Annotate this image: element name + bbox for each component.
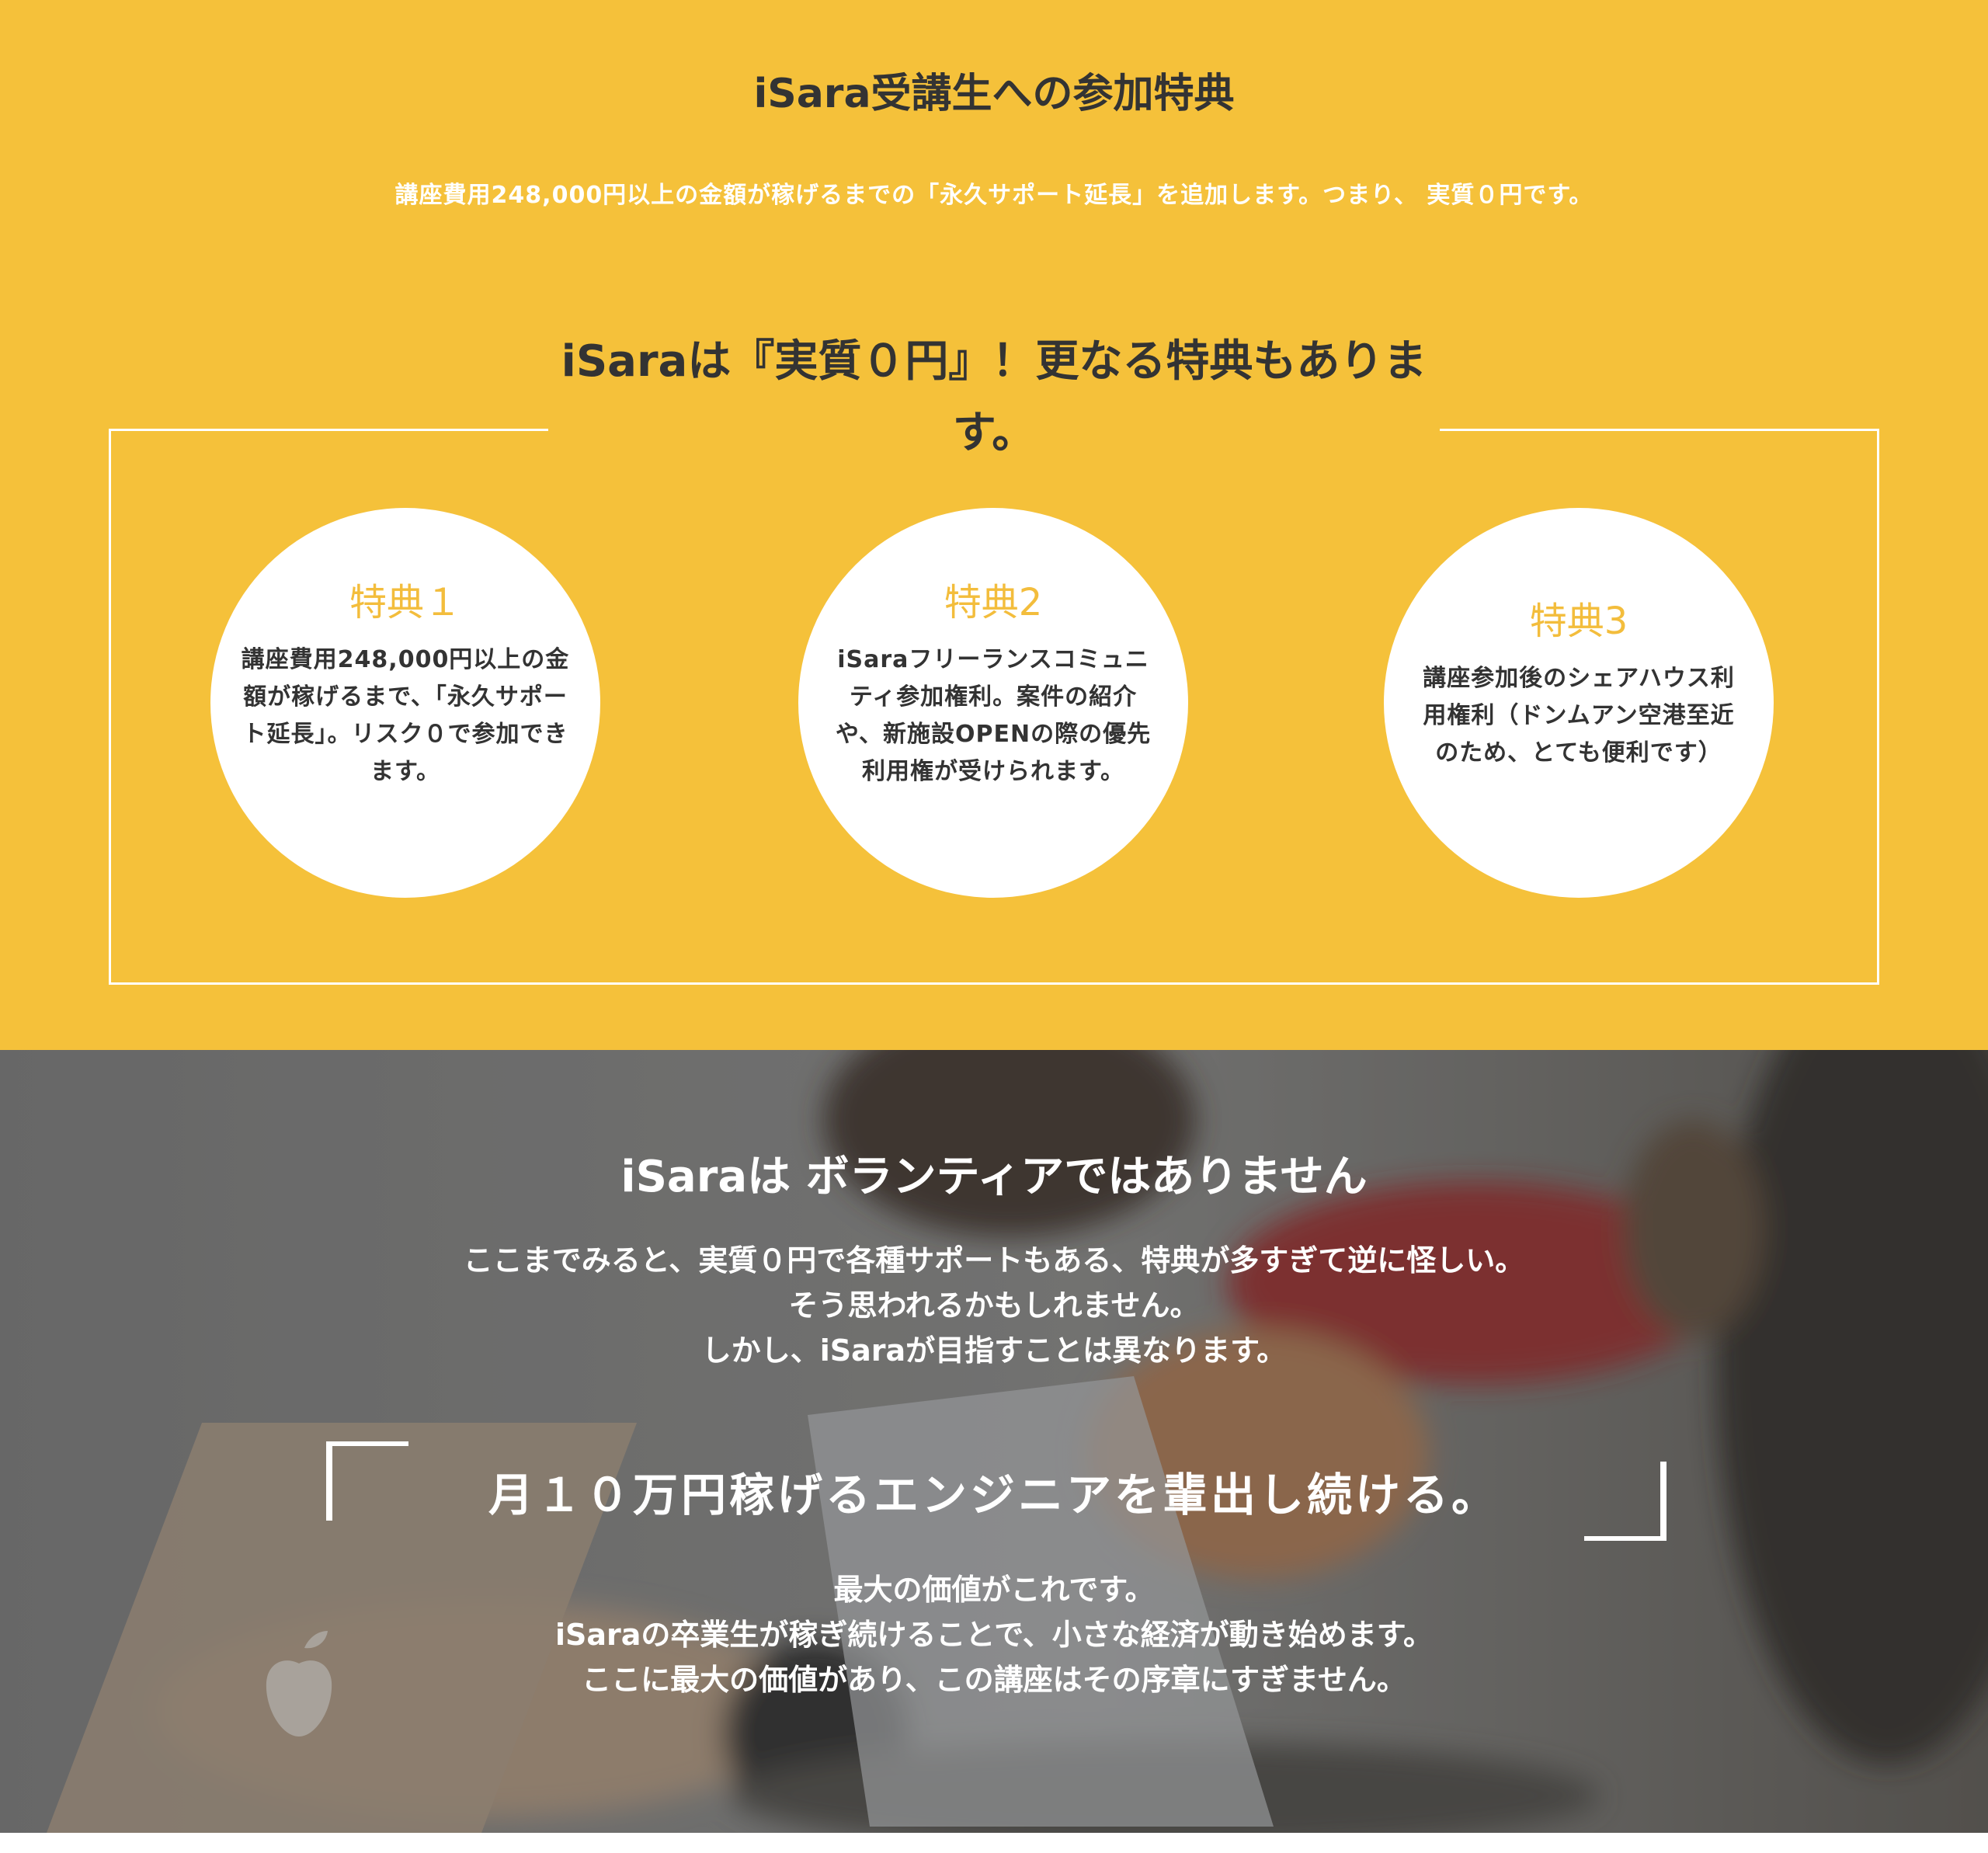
benefit-text: 講座費用248,000円以上の金額が稼げるまで、「永久サポート延長」。リスク０で… bbox=[241, 646, 570, 785]
philosophy-intro: ここまでみると、実質０円で各種サポートもある、特典が多すぎて逆に怪しい。 そう思… bbox=[0, 1238, 1988, 1373]
closing-line: ここに最大の価値があり、この講座はその序章にすぎません。 bbox=[582, 1663, 1406, 1697]
benefit-label: 特典2 bbox=[944, 581, 1043, 624]
intro-line: そう思われるかもしれません。 bbox=[788, 1288, 1200, 1323]
benefit-text: 講座参加後のシェアハウス利用権利（ドンムアン空港至近のため、とても便利です） bbox=[1423, 665, 1735, 767]
benefits-lead: 講座費用248,000円以上の金額が稼げるまでの「永久サポート延長」を追加します… bbox=[394, 182, 1594, 209]
bottom-strip bbox=[0, 1833, 1988, 1853]
benefit-circle-2: 特典2 iSaraフリーランスコミュニティ参加権利。案件の紹介や、新施設OPEN… bbox=[798, 508, 1188, 898]
benefit-circle-3: 特典3 講座参加後のシェアハウス利用権利（ドンムアン空港至近のため、とても便利で… bbox=[1384, 508, 1774, 898]
closing-line: 最大の価値がこれです。 bbox=[833, 1573, 1155, 1607]
benefits-box-title: iSaraは『実質０円』！更なる特典もあります。 bbox=[548, 326, 1440, 469]
benefit-label: 特典１ bbox=[349, 581, 461, 624]
mission-quote: 月１０万円稼げるエンジニアを輩出し続ける。 bbox=[488, 1469, 1500, 1521]
philosophy-closing: 最大の価値がこれです。 iSaraの卒業生が稼ぎ続けることで、小さな経済が動き始… bbox=[0, 1567, 1988, 1702]
intro-line: しかし、iSaraが目指すことは異なります。 bbox=[701, 1333, 1287, 1368]
benefit-label: 特典3 bbox=[1529, 600, 1628, 643]
closing-line: iSaraの卒業生が稼ぎ続けることで、小さな経済が動き始めます。 bbox=[555, 1618, 1433, 1652]
philosophy-title: iSaraは ボランティアではありません bbox=[620, 1152, 1368, 1202]
benefits-title: iSara受講生への参加特典 bbox=[753, 71, 1235, 117]
benefit-circle-1: 特典１ 講座費用248,000円以上の金額が稼げるまで、「永久サポート延長」。リ… bbox=[210, 508, 600, 898]
benefit-text: iSaraフリーランスコミュニティ参加権利。案件の紹介や、新施設OPENの際の優… bbox=[835, 646, 1152, 785]
intro-line: ここまでみると、実質０円で各種サポートもある、特典が多すぎて逆に怪しい。 bbox=[463, 1243, 1525, 1278]
